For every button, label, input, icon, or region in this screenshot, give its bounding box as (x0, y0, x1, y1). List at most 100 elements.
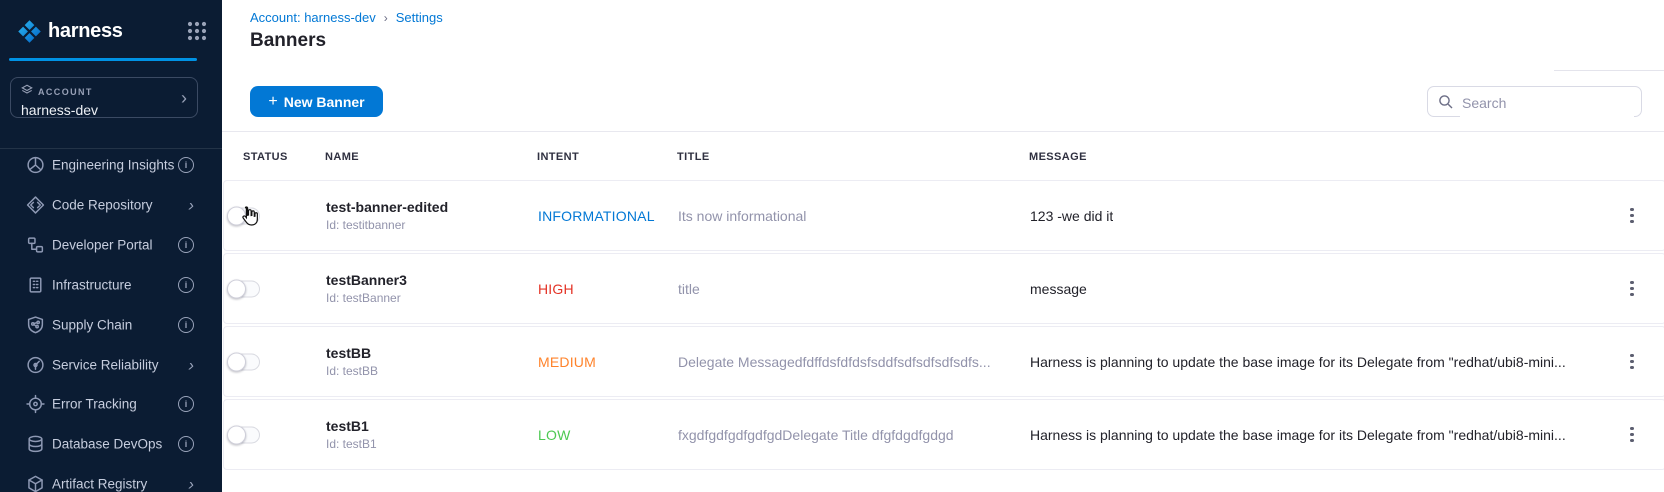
column-header-message: MESSAGE (1029, 151, 1087, 163)
sidebar-item-label: Developer Portal (52, 237, 153, 252)
chevron-right-icon: › (188, 356, 194, 373)
banner-title: title (678, 281, 700, 297)
toolbar-divider (222, 131, 1664, 132)
banner-intent: INFORMATIONAL (538, 208, 655, 224)
new-banner-label: New Banner (284, 94, 365, 110)
header-right-divider (1554, 70, 1664, 71)
info-icon: i (178, 237, 194, 253)
column-header-title: TITLE (677, 151, 710, 163)
info-icon: i (178, 396, 194, 412)
sidebar-item-label: Infrastructure (52, 277, 132, 292)
banner-title: Its now informational (678, 208, 806, 224)
banner-title: Delegate Messagedfdffdsfdfdsfsddfsdfsdfs… (678, 354, 991, 370)
error-tracking-icon (26, 395, 45, 414)
developer-portal-icon (26, 235, 45, 254)
sidebar-item-infrastructure[interactable]: Infrastructure i (0, 266, 222, 304)
column-header-intent: INTENT (537, 151, 579, 163)
banner-name: testBanner3 (326, 272, 407, 289)
table-row[interactable]: test-banner-edited Id: testitbanner INFO… (223, 180, 1664, 251)
plus-icon: + (268, 93, 277, 111)
sidebar-item-label: Database DevOps (52, 437, 162, 452)
table-row[interactable]: testBanner3 Id: testBanner HIGH title me… (223, 253, 1664, 324)
account-label: ACCOUNT (38, 87, 93, 97)
search-box (1427, 86, 1642, 117)
toggle-knob (227, 206, 246, 225)
row-menu-button[interactable] (1620, 349, 1644, 375)
banner-id: Id: testBB (326, 363, 378, 379)
breadcrumb-separator: › (384, 11, 388, 25)
page-title: Banners (250, 30, 326, 52)
banner-name: testBB (326, 345, 378, 362)
banner-message: Harness is planning to update the base i… (1030, 354, 1566, 370)
banner-message: Harness is planning to update the base i… (1030, 427, 1566, 443)
column-header-status: STATUS (243, 151, 288, 163)
info-icon: i (178, 157, 194, 173)
sidebar-item-label: Artifact Registry (52, 477, 147, 492)
harness-logo-text: harness (48, 20, 123, 43)
banner-id: Id: testitbanner (326, 217, 448, 233)
banner-id: Id: testBanner (326, 290, 407, 306)
info-icon: i (178, 317, 194, 333)
status-toggle[interactable] (228, 353, 260, 370)
banner-id: Id: testB1 (326, 436, 377, 452)
info-icon: i (178, 277, 194, 293)
sidebar: harness ACCOUNT harness-dev › (0, 0, 222, 492)
sidebar-item-label: Supply Chain (52, 317, 132, 332)
banners-settings-page: harness ACCOUNT harness-dev › (0, 0, 1664, 492)
status-toggle[interactable] (228, 280, 260, 297)
banner-message: 123 -we did it (1030, 208, 1113, 224)
column-header-name: NAME (325, 151, 359, 163)
harness-logo-icon (16, 18, 43, 45)
supply-chain-icon (26, 315, 45, 334)
sidebar-item-supply-chain[interactable]: Supply Chain i (0, 306, 222, 344)
banner-intent: MEDIUM (538, 354, 596, 370)
row-menu-button[interactable] (1620, 276, 1644, 302)
infrastructure-icon (26, 275, 45, 294)
engineering-insights-icon (26, 156, 45, 175)
account-name: harness-dev (21, 102, 187, 118)
new-banner-button[interactable]: + New Banner (250, 86, 383, 117)
toggle-knob (227, 279, 246, 298)
account-scope-icon (21, 84, 33, 99)
info-icon: i (178, 436, 194, 452)
row-menu-button[interactable] (1620, 203, 1644, 229)
sidebar-item-code-repository[interactable]: Code Repository › (0, 186, 222, 224)
toggle-knob (227, 352, 246, 371)
banner-intent: LOW (538, 427, 571, 443)
account-selector[interactable]: ACCOUNT harness-dev › (10, 77, 198, 118)
breadcrumb: Account: harness-dev › Settings (250, 10, 443, 25)
breadcrumb-settings-link[interactable]: Settings (396, 10, 443, 25)
logo-row: harness (16, 16, 208, 46)
chevron-right-icon: › (188, 476, 194, 492)
sidebar-item-service-reliability[interactable]: Service Reliability › (0, 346, 222, 384)
row-menu-button[interactable] (1620, 422, 1644, 448)
banner-intent: HIGH (538, 281, 574, 297)
sidebar-item-label: Code Repository (52, 197, 153, 212)
service-reliability-icon (26, 355, 45, 374)
toggle-knob (227, 425, 246, 444)
sidebar-item-database-devops[interactable]: Database DevOps i (0, 425, 222, 463)
sidebar-item-developer-portal[interactable]: Developer Portal i (0, 226, 222, 264)
artifact-registry-icon (26, 475, 45, 492)
sidebar-item-artifact-registry[interactable]: Artifact Registry › (0, 465, 222, 492)
sidebar-item-error-tracking[interactable]: Error Tracking i (0, 385, 222, 423)
status-toggle[interactable] (228, 426, 260, 443)
banner-message: message (1030, 281, 1087, 297)
chevron-right-icon: › (181, 89, 187, 107)
sidebar-item-label: Engineering Insights (52, 158, 174, 173)
banner-name: testB1 (326, 418, 377, 435)
sidebar-item-engineering-insights[interactable]: Engineering Insights i (0, 146, 222, 184)
banner-name: test-banner-edited (326, 199, 448, 216)
table-row[interactable]: testB1 Id: testB1 LOW fxgdfgdfgdfgdfgdDe… (223, 399, 1664, 470)
banner-title: fxgdfgdfgdfgdfgdDelegate Title dfgfdgdfg… (678, 427, 954, 443)
accent-divider (9, 58, 197, 61)
database-devops-icon (26, 435, 45, 454)
sidebar-item-label: Service Reliability (52, 357, 159, 372)
breadcrumb-account-link[interactable]: Account: harness-dev (250, 10, 376, 25)
status-toggle[interactable] (228, 207, 260, 224)
search-input[interactable] (1460, 88, 1634, 117)
chevron-right-icon: › (188, 196, 194, 213)
apps-grid-icon[interactable] (186, 20, 208, 42)
code-repository-icon (26, 195, 45, 214)
table-row[interactable]: testBB Id: testBB MEDIUM Delegate Messag… (223, 326, 1664, 397)
